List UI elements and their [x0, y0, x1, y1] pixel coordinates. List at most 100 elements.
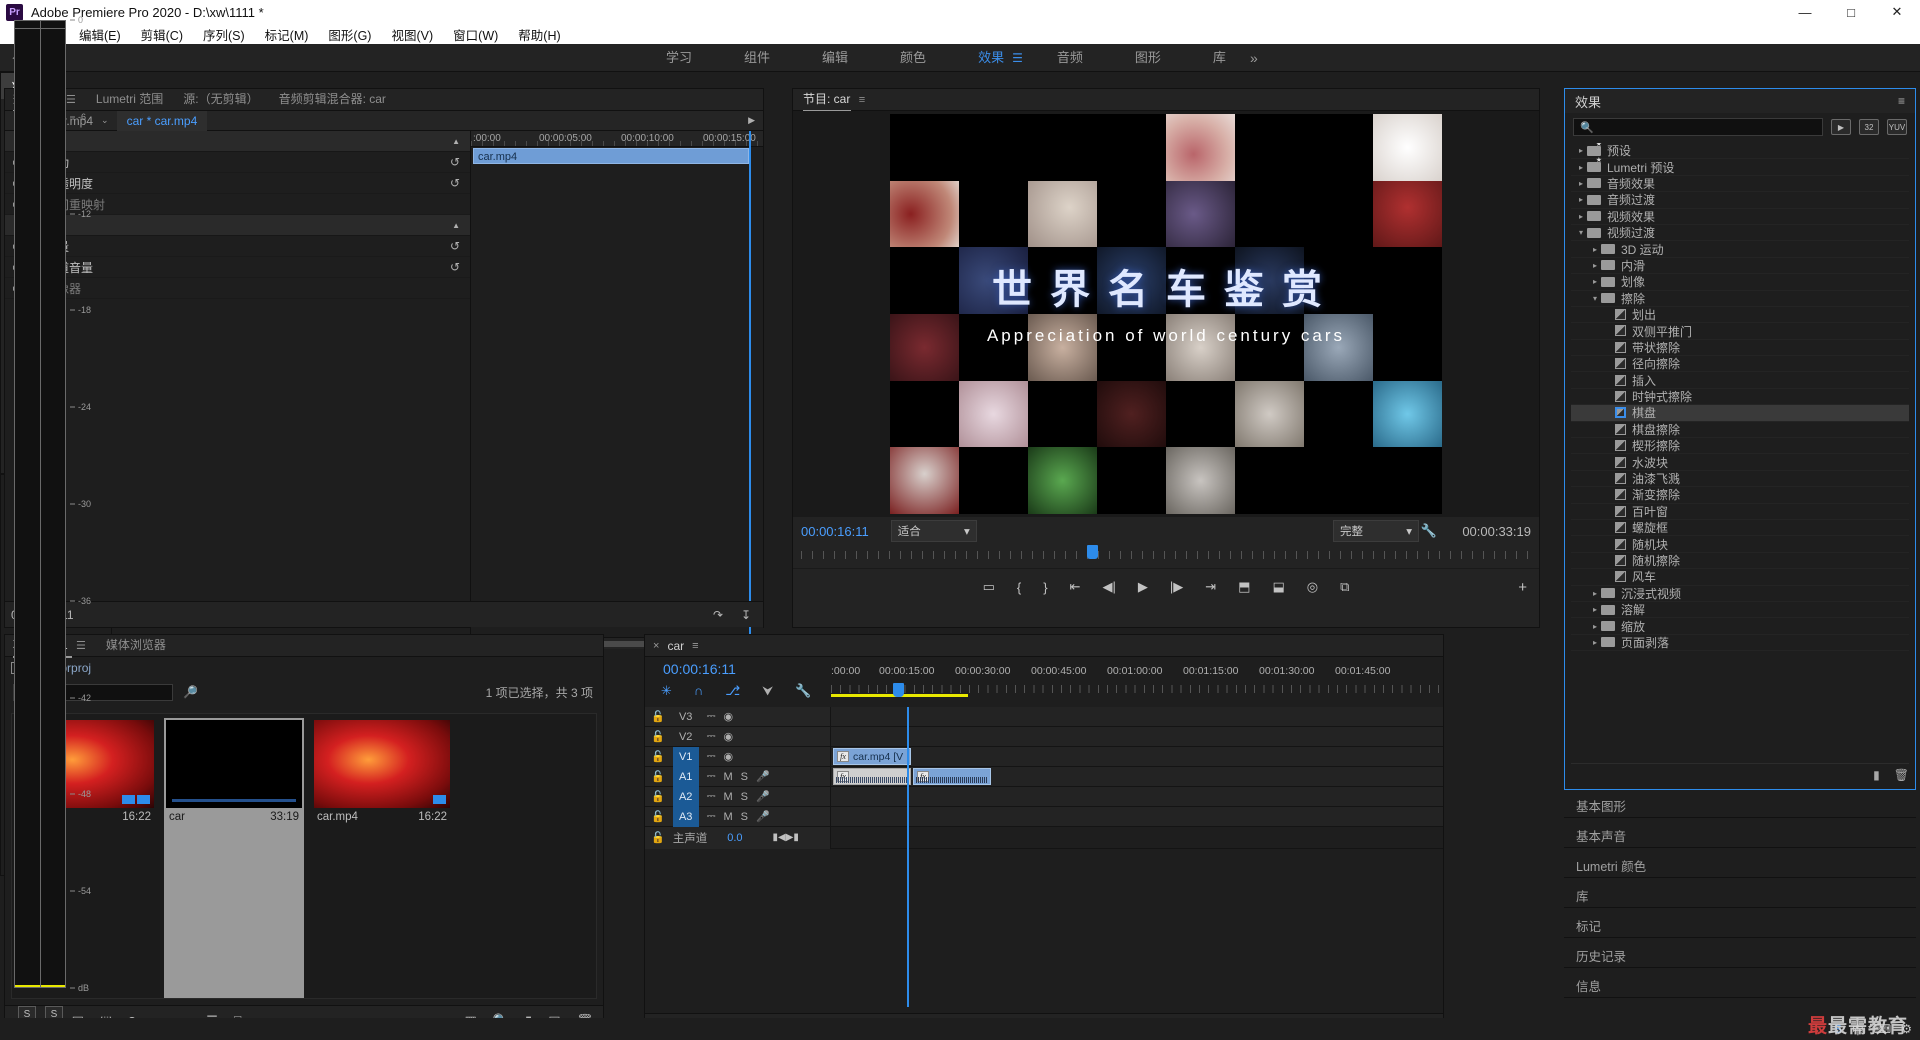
delete-icon[interactable]: 🗑 [1894, 768, 1909, 782]
menu-help[interactable]: 帮助(H) [508, 25, 570, 44]
minimize-button[interactable]: — [1782, 0, 1828, 24]
program-monitor-video[interactable]: 世界名车鉴赏 Appreciation of world century car… [793, 111, 1539, 517]
effects-item-row[interactable]: 双侧平推门 [1571, 323, 1909, 340]
tab-source-monitor[interactable]: 源:（无剪辑） [183, 90, 258, 109]
effects-folder-row[interactable]: ▸ 音频过渡 [1571, 192, 1909, 209]
menu-window[interactable]: 窗口(W) [443, 25, 508, 44]
chevron-right-icon[interactable]: ▸ [1589, 261, 1601, 270]
snap-icon[interactable]: ∩ [694, 683, 703, 699]
effects-item-row[interactable]: 棋盘擦除 [1571, 422, 1909, 439]
sync-lock-icon[interactable]: ⎓ [707, 750, 716, 763]
tab-libraries[interactable]: 库 [1187, 44, 1252, 72]
effects-item-row[interactable]: 油漆飞溅 [1571, 471, 1909, 488]
sync-lock-icon[interactable]: ⎓ [707, 710, 716, 723]
effects-item-row[interactable]: 百叶窗 [1571, 504, 1909, 520]
track-body[interactable]: fx fx [831, 767, 1443, 786]
menu-sequence[interactable]: 序列(S) [193, 25, 255, 44]
solo-button[interactable]: S [741, 771, 748, 783]
reset-icon[interactable]: ↺ [450, 239, 460, 253]
go-to-out-button[interactable]: ⇥ [1205, 579, 1216, 595]
menu-clip[interactable]: 剪辑(C) [131, 25, 193, 44]
nest-sequence-icon[interactable]: ✳ [661, 683, 672, 699]
timeline-playhead-head[interactable] [893, 683, 904, 697]
track-header[interactable]: 🔓 A2 ⎓ M S 🎤 [645, 786, 831, 807]
tab-lumetri-color[interactable]: Lumetri 颜色 [1564, 854, 1916, 878]
list-item[interactable]: car.mp4 16:22 [312, 718, 452, 998]
ec-clip-label[interactable]: car * car.mp4 [116, 110, 208, 131]
sync-lock-icon[interactable]: ⎓ [707, 790, 716, 803]
track-body[interactable] [831, 727, 1443, 746]
track-name[interactable]: V1 [672, 746, 699, 767]
lock-icon[interactable]: 🔓 [651, 730, 665, 743]
ec-ruler[interactable]: :00:00 00:00:05:00 00:00:10:00 00:00:15:… [471, 131, 763, 147]
panel-menu-icon[interactable]: ≡ [692, 640, 698, 652]
chevron-right-icon[interactable]: ▸ [1575, 179, 1587, 188]
lift-button[interactable]: ⬒ [1238, 579, 1250, 595]
track-name[interactable]: A2 [672, 786, 699, 807]
master-volume-value[interactable]: 0.0 [727, 832, 742, 844]
track-v2[interactable]: 🔓 V2 ⎓ ◉ [645, 727, 1443, 747]
timeline-settings-icon[interactable]: 🔧 [795, 683, 811, 699]
yuv-color-icon[interactable]: YUV [1887, 119, 1907, 135]
close-icon[interactable]: × [653, 640, 659, 652]
tab-audio[interactable]: 音频 [1031, 44, 1109, 72]
effects-folder-row[interactable]: ▸ 预设 [1571, 143, 1909, 160]
voiceover-record-icon[interactable]: 🎤 [756, 770, 770, 783]
button-editor-plus[interactable]: + [1518, 579, 1527, 596]
collapse-icon[interactable]: ▲ [452, 221, 460, 230]
track-a2[interactable]: 🔓 A2 ⎓ M S 🎤 [645, 786, 1443, 807]
chevron-right-icon[interactable]: ▸ [1589, 622, 1601, 631]
chevron-right-icon[interactable]: ▸ [1575, 212, 1587, 221]
collapse-icon[interactable]: ▲ [452, 137, 460, 146]
workspace-menu-icon[interactable]: ☰ [1012, 51, 1023, 65]
search-input[interactable]: 🔍 [1573, 118, 1823, 136]
track-a3[interactable]: 🔓 A3 ⎓ M S 🎤 [645, 806, 1443, 827]
tab-info[interactable]: 信息 [1564, 974, 1916, 998]
effects-folder-row[interactable]: ▾ 视频过渡 [1571, 225, 1909, 242]
effects-folder-row[interactable]: ▸ 内滑 [1571, 258, 1909, 275]
tab-essential-sound[interactable]: 基本声音 [1564, 824, 1916, 848]
close-button[interactable]: ✕ [1874, 0, 1920, 24]
track-header[interactable]: 🔓 A3 ⎓ M S 🎤 [645, 806, 831, 827]
lock-icon[interactable]: 🔓 [651, 831, 665, 844]
panel-menu-icon[interactable]: ≡ [1898, 94, 1905, 108]
go-to-in-button[interactable]: ⇤ [1070, 579, 1081, 595]
panel-menu-icon[interactable]: ≡ [859, 94, 865, 106]
ec-playhead[interactable] [749, 131, 751, 649]
effects-item-row[interactable]: 风车 [1571, 569, 1909, 586]
tab-graphics[interactable]: 图形 [1109, 44, 1187, 72]
chevron-right-icon[interactable]: ▸ [1575, 163, 1587, 172]
master-meter-icon[interactable]: ▮◀▶▮ [773, 832, 799, 843]
program-current-timecode[interactable]: 00:00:16:11 [801, 524, 869, 539]
lock-icon[interactable]: 🔓 [651, 770, 665, 783]
tab-editing[interactable]: 编辑 [796, 44, 874, 72]
effects-folder-row[interactable]: ▸ 3D 运动 [1571, 241, 1909, 258]
tab-history[interactable]: 历史记录 [1564, 944, 1916, 968]
reset-icon[interactable]: ↺ [450, 260, 460, 274]
track-eye-icon[interactable]: ◉ [723, 750, 733, 763]
effects-folder-row[interactable]: ▸ 音频效果 [1571, 176, 1909, 193]
tab-color[interactable]: 颜色 [874, 44, 952, 72]
effects-item-row[interactable]: 径向擦除 [1571, 356, 1909, 373]
effects-item-row[interactable]: 螺旋框 [1571, 520, 1909, 537]
timeline-timecode[interactable]: 00:00:16:11 [663, 661, 736, 677]
effects-item-row[interactable]: 带状擦除 [1571, 340, 1909, 357]
effects-item-row[interactable]: 插入 [1571, 372, 1909, 389]
effects-item-row[interactable]: 棋盘 [1571, 405, 1909, 422]
effects-item-row[interactable]: 时钟式擦除 [1571, 389, 1909, 406]
tab-media-browser[interactable]: 媒体浏览器 [106, 636, 166, 655]
solo-button[interactable]: S [741, 811, 748, 823]
chevron-right-icon[interactable]: ▸ [1589, 245, 1601, 254]
reset-icon[interactable]: ↺ [450, 155, 460, 169]
chevron-down-icon[interactable]: ▾ [1589, 294, 1601, 303]
comparison-view-button[interactable]: ⧉ [1340, 579, 1349, 595]
32bit-color-icon[interactable]: 32 [1859, 119, 1879, 135]
track-name[interactable]: A1 [672, 766, 699, 787]
ec-loop-icon[interactable]: ↷ [713, 608, 723, 622]
track-header[interactable]: 🔓 V1 ⎓ ◉ [645, 746, 831, 767]
track-eye-icon[interactable]: ◉ [723, 730, 733, 743]
effects-folder-row[interactable]: ▸ Lumetri 预设 [1571, 156, 1909, 176]
effects-item-row[interactable]: 水波块 [1571, 454, 1909, 471]
effects-folder-row[interactable]: ▸ 沉浸式视频 [1571, 586, 1909, 602]
mark-out-button[interactable]: } [1043, 580, 1047, 595]
